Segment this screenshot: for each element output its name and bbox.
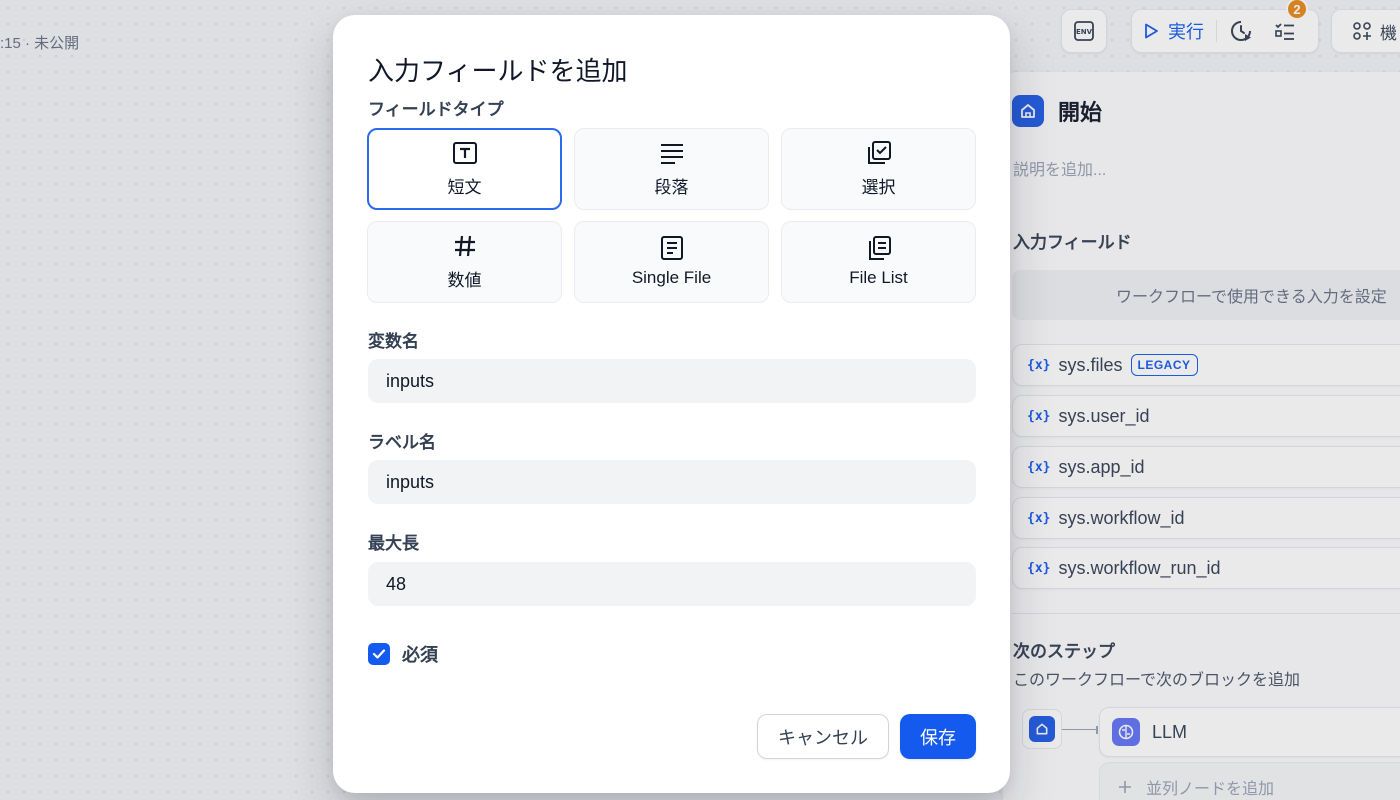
field-type-label: 選択 (861, 177, 896, 197)
field-type-label: Single File (631, 268, 712, 287)
field-type-file-list[interactable]: File List (781, 221, 976, 303)
field-type-label: 段落 (654, 177, 689, 197)
variable-name-label: 変数名 (368, 332, 419, 351)
field-type-short-text[interactable]: 短文 (367, 128, 562, 210)
max-length-label: 最大長 (368, 534, 419, 553)
add-input-field-modal: 入力フィールドを追加 フィールドタイプ 短文 段落 選択 数値 Single F… (333, 15, 1010, 793)
modal-title: 入力フィールドを追加 (368, 56, 628, 86)
check-icon (372, 649, 386, 659)
variable-name-input[interactable] (368, 359, 976, 403)
field-type-label: フィールドタイプ (368, 100, 504, 119)
multi-check-icon (867, 140, 891, 164)
field-type-select[interactable]: 選択 (781, 128, 976, 210)
field-type-single-file[interactable]: Single File (574, 221, 769, 303)
label-name-label: ラベル名 (368, 433, 436, 452)
max-length-input[interactable] (368, 562, 976, 606)
file-stack-icon (868, 236, 891, 260)
field-type-label: 数値 (447, 270, 482, 290)
required-checkbox[interactable] (368, 643, 390, 665)
label-name-input[interactable] (368, 460, 976, 504)
required-row: 必須 (368, 641, 438, 667)
cancel-button[interactable]: キャンセル (757, 714, 889, 759)
required-label: 必須 (402, 645, 438, 665)
field-type-label: 短文 (447, 177, 482, 197)
field-type-number[interactable]: 数値 (367, 221, 562, 303)
file-icon (660, 236, 683, 260)
field-type-label: File List (849, 268, 908, 287)
save-button[interactable]: 保存 (900, 714, 976, 759)
paragraph-lines-icon (660, 143, 683, 164)
field-type-paragraph[interactable]: 段落 (574, 128, 769, 210)
text-box-icon (452, 141, 477, 164)
hash-icon (454, 235, 475, 256)
